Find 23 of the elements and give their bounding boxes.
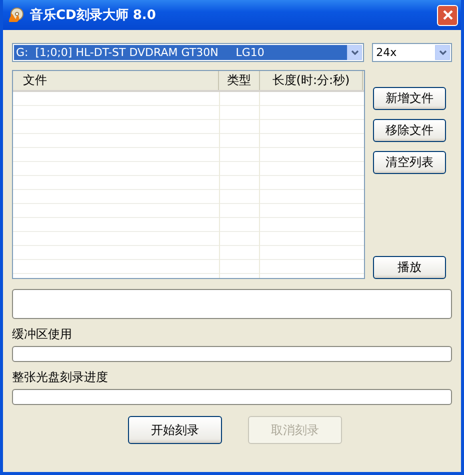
buffer-label: 缓冲区使用 [12, 326, 73, 340]
flame-disc-icon [8, 7, 24, 23]
side-button[interactable]: 新增文件 [373, 87, 446, 110]
side-button[interactable]: 清空列表 [373, 151, 446, 174]
speed-value: 24x [375, 45, 398, 60]
action-button[interactable]: 开始刻录 [128, 416, 222, 444]
chevron-down-icon [350, 50, 359, 56]
close-icon [442, 10, 452, 20]
close-button[interactable] [437, 4, 458, 26]
column-header[interactable]: 类型 [219, 71, 260, 90]
chevron-down-icon [438, 50, 446, 56]
dropdown-button[interactable] [435, 45, 450, 60]
dropdown-button[interactable] [347, 45, 362, 60]
file-list[interactable]: 文件 类型 长度(时:分:秒) [12, 70, 365, 279]
side-button[interactable]: 移除文件 [373, 119, 446, 142]
window-title: 音乐CD刻录大师 8.0 [30, 6, 157, 24]
disc-progress-label: 整张光盘刻录进度 [12, 369, 109, 383]
drive-value: G: [1;0;0] HL-DT-ST DVDRAM GT30N LG10 [14, 45, 348, 60]
side-button[interactable]: 播放 [373, 256, 446, 279]
column-header[interactable]: 长度(时:分:秒) [260, 71, 363, 90]
drive-dropdown[interactable]: G: [1;0;0] HL-DT-ST DVDRAM GT30N LG10 [12, 43, 364, 62]
column-header[interactable]: 文件 [13, 71, 219, 90]
speed-dropdown[interactable]: 24x [372, 43, 452, 62]
